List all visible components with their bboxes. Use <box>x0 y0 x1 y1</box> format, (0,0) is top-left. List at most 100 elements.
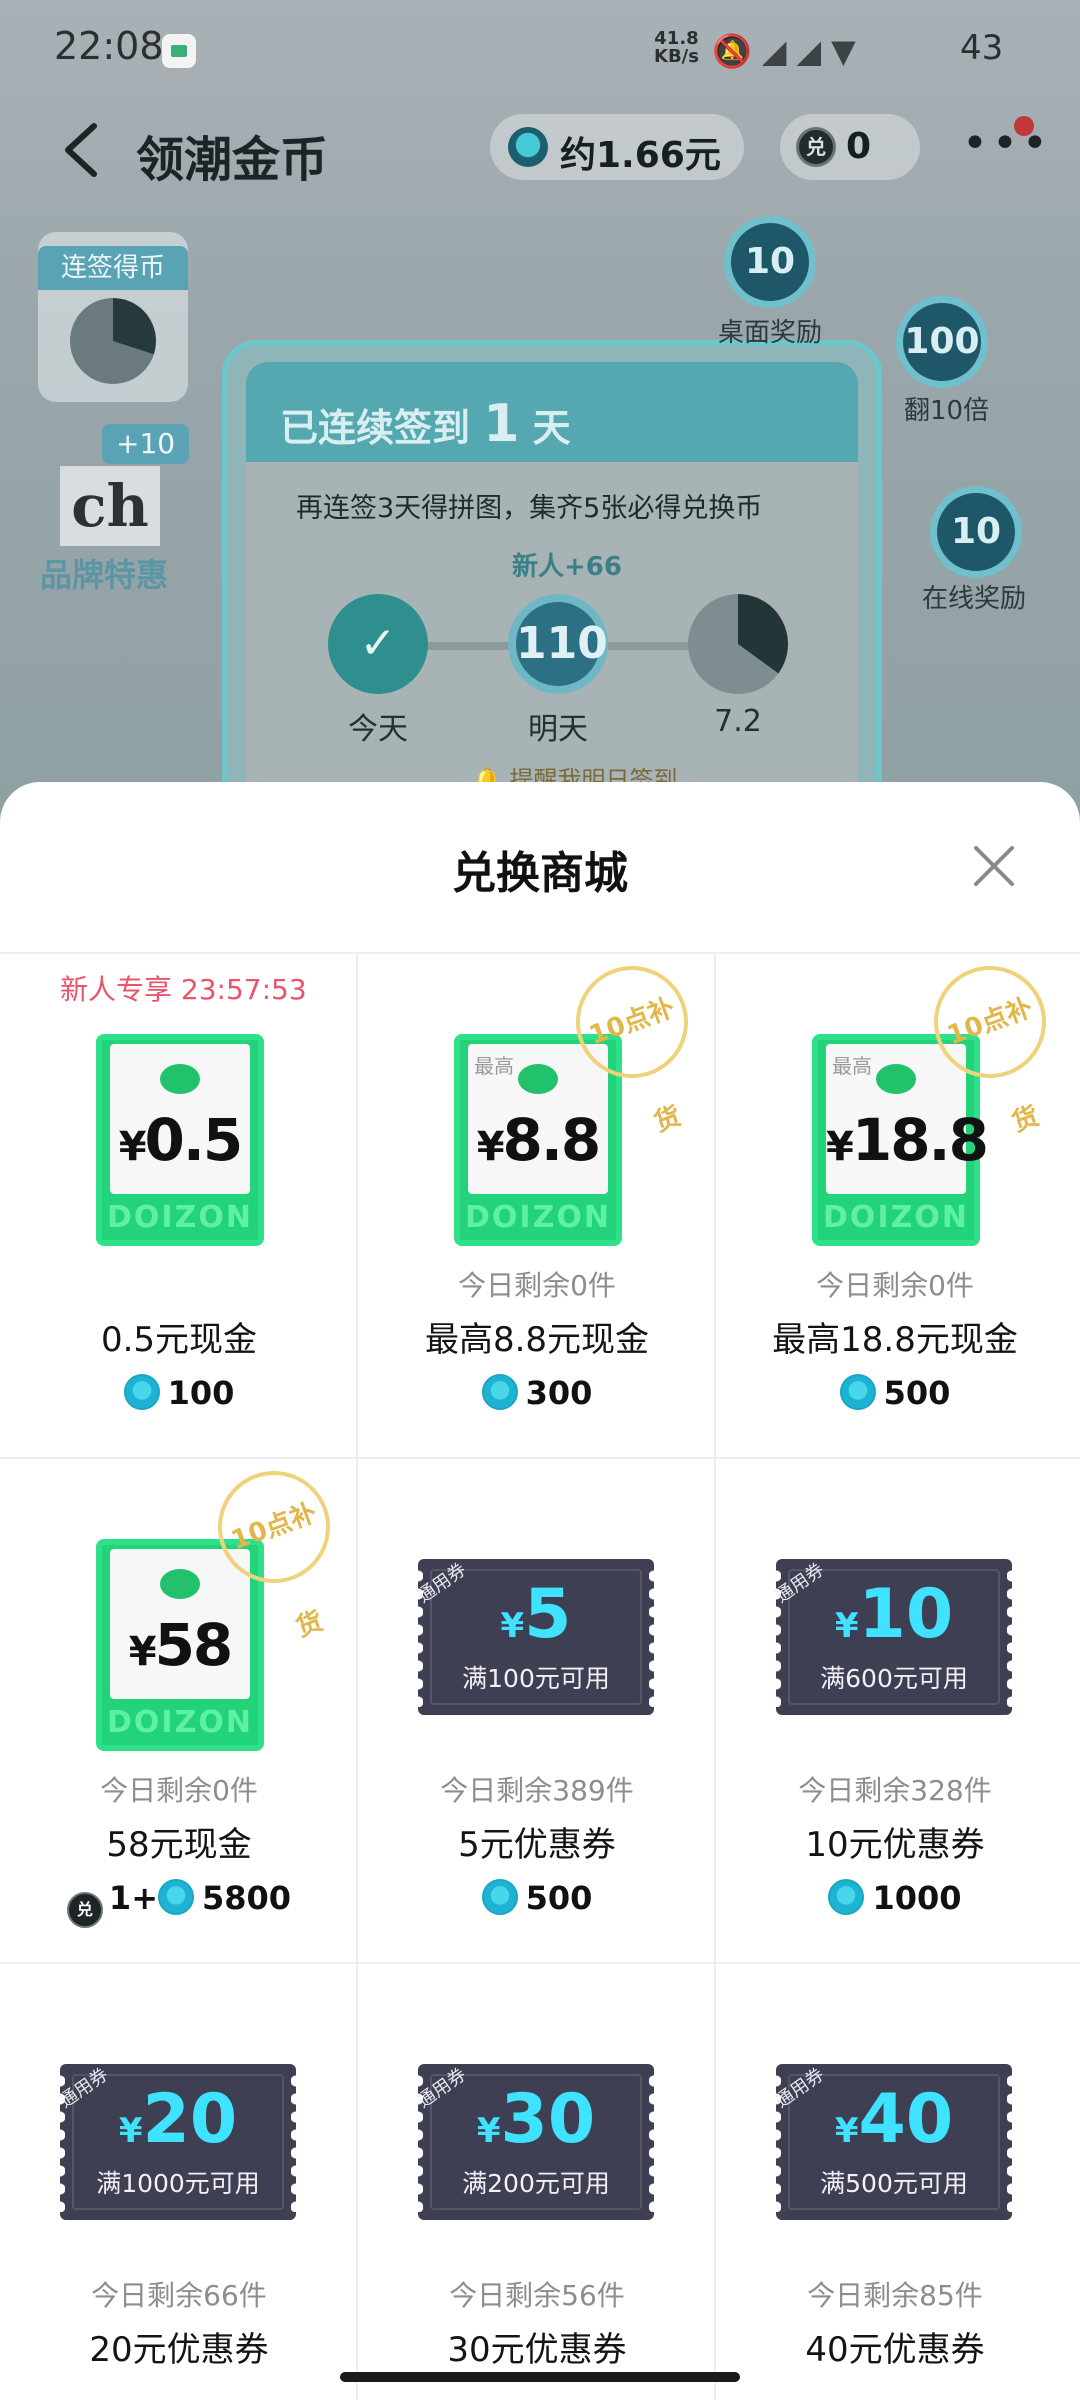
product-cell[interactable]: 通用券 ¥30 满200元可用 今日剩余56件 30元优惠券 <box>358 1964 716 2400</box>
multiply-reward-bubble[interactable]: 100 <box>896 296 988 388</box>
product-name: 58元现金 <box>106 1825 252 1865</box>
newbie-timer: 新人专享 23:57:53 <box>60 973 307 1006</box>
home-indicator[interactable] <box>340 2372 740 2382</box>
coin-icon <box>158 1879 194 1915</box>
battery-level: 43 <box>960 28 1004 68</box>
remaining-stock: 今日剩余0件 <box>100 1774 258 1807</box>
day-label: 7.2 <box>714 704 762 739</box>
brand-logo: ch <box>60 466 160 546</box>
coupon-ticket: 通用券 ¥10 满600元可用 <box>771 1559 1017 1715</box>
puzzle-disc-icon <box>70 298 156 384</box>
product-name: 10元优惠券 <box>805 1825 985 1865</box>
coin-balance: 约1.66元 <box>560 135 721 176</box>
coin-icon <box>123 1374 160 1410</box>
checkin-subtitle: 再连签3天得拼图，集齐5张必得兑换币 <box>296 493 763 524</box>
checkin-card: 已连续签到 1 天 再连签3天得拼图，集齐5张必得兑换币 新人+66 ✓ 110… <box>222 340 882 810</box>
product-cell[interactable]: 最高 ¥8.8 DOIZON 10点补货 今日剩余0件 最高8.8元现金 300 <box>358 950 716 1459</box>
brand-deals-label: 品牌特惠 <box>40 556 169 594</box>
wechat-cash-card: ¥0.5 DOIZON <box>96 1034 264 1246</box>
online-reward-bubble[interactable]: 10 <box>930 486 1022 578</box>
exchange-coin-balance: 0 <box>846 126 872 167</box>
product-name: 最高18.8元现金 <box>772 1320 1018 1360</box>
product-price: 1000 <box>716 1879 1074 1917</box>
status-time: 22:08 <box>54 24 164 68</box>
brand-plus-tag: +10 <box>102 424 190 464</box>
product-price: 100 <box>0 1374 358 1412</box>
coupon-condition: 满600元可用 <box>820 1664 968 1693</box>
streak-coin-badge[interactable]: 连签得币 <box>38 232 188 402</box>
coin-icon <box>828 1879 865 1915</box>
more-options-icon[interactable]: ••• <box>962 118 1052 169</box>
product-cell[interactable]: ¥58 DOIZON 10点补货 今日剩余0件 58元现金 兑 1+ 5800 <box>0 1455 358 1964</box>
coupon-condition: 满100元可用 <box>462 1664 610 1693</box>
exchange-coin-pill[interactable]: 兑 0 <box>780 114 920 180</box>
coupon-condition: 满1000元可用 <box>96 2169 260 2198</box>
wechat-icon <box>160 1569 200 1599</box>
remaining-stock: 今日剩余0件 <box>816 1269 974 1302</box>
product-name: 最高8.8元现金 <box>424 1320 650 1360</box>
product-cell[interactable]: 最高 ¥18.8 DOIZON 10点补货 今日剩余0件 最高18.8元现金 5… <box>716 950 1080 1459</box>
notification-dot <box>1014 116 1034 136</box>
sheet-title: 兑换商城 <box>452 848 628 899</box>
online-reward-label: 在线奖励 <box>922 584 1027 614</box>
status-icons: 🔕◢◢▼ <box>712 32 866 70</box>
coin-icon <box>839 1374 876 1410</box>
desktop-reward-bubble[interactable]: 10 <box>724 216 816 308</box>
close-icon[interactable] <box>970 842 1018 890</box>
brand-strip: DOIZON <box>465 1200 611 1235</box>
product-cell[interactable]: 通用券 ¥40 满500元可用 今日剩余85件 40元优惠券 <box>716 1964 1080 2400</box>
wechat-icon <box>160 1064 200 1094</box>
status-bar: 22:08 41.8 KB/s 🔕◢◢▼ 43 <box>0 0 1080 100</box>
exchange-coin-icon: 兑 <box>66 1892 103 1928</box>
coupon-ticket: 通用券 ¥5 满100元可用 <box>413 1559 659 1715</box>
product-cell[interactable]: 通用券 ¥5 满100元可用 今日剩余389件 5元优惠券 500 <box>358 1459 716 1964</box>
remaining-stock: 今日剩余328件 <box>798 1774 992 1807</box>
network-speed: 41.8 KB/s <box>654 28 699 67</box>
day-label: 明天 <box>528 712 588 747</box>
app-notification-icon <box>162 34 196 68</box>
coupon-ticket: 通用券 ¥20 满1000元可用 <box>55 2064 301 2220</box>
wechat-icon <box>876 1064 916 1094</box>
coupon-ticket: 通用券 ¥30 满200元可用 <box>413 2064 659 2220</box>
remaining-stock: 今日剩余85件 <box>807 2279 983 2312</box>
brand-strip: DOIZON <box>823 1200 969 1235</box>
signal-icon: ◢ <box>761 32 797 70</box>
max-label: 最高 <box>474 1054 514 1078</box>
day-today-check-icon: ✓ <box>328 594 428 694</box>
coin-icon <box>481 1374 518 1410</box>
product-price: 300 <box>358 1374 716 1412</box>
checkin-title: 已连续签到 1 天 <box>280 394 571 454</box>
back-arrow-icon[interactable] <box>58 122 106 178</box>
day-future-puzzle-icon <box>688 594 788 694</box>
brand-strip: DOIZON <box>107 1705 253 1740</box>
product-name: 20元优惠券 <box>89 2330 269 2370</box>
remaining-stock: 今日剩余0件 <box>458 1269 616 1302</box>
day-tomorrow-reward: 110 <box>508 594 608 694</box>
brand-deals-badge[interactable]: +10 ch 品牌特惠 <box>40 424 190 596</box>
day-label: 今天 <box>348 712 408 747</box>
coin-balance-pill[interactable]: 约1.66元 <box>490 114 744 180</box>
product-price: 500 <box>716 1374 1074 1412</box>
product-price: 兑 1+ 5800 <box>0 1879 358 1928</box>
wechat-icon <box>518 1064 558 1094</box>
product-cell[interactable]: 通用券 ¥20 满1000元可用 今日剩余66件 20元优惠券 <box>0 1964 358 2400</box>
page-title: 领潮金币 <box>136 132 329 188</box>
product-price: 500 <box>358 1879 716 1917</box>
product-cell[interactable]: 新人专享 23:57:53 ¥0.5 DOIZON 0.5元现金 100 <box>0 954 358 1459</box>
product-cell[interactable]: 通用券 ¥10 满600元可用 今日剩余328件 10元优惠券 1000 <box>716 1459 1080 1964</box>
streak-badge-label: 连签得币 <box>38 246 188 290</box>
coupon-ticket: 通用券 ¥40 满500元可用 <box>771 2064 1017 2220</box>
product-name: 30元优惠券 <box>447 2330 627 2370</box>
product-grid: 新人专享 23:57:53 ¥0.5 DOIZON 0.5元现金 100 最高 … <box>0 950 1080 2400</box>
multiply-reward-label: 翻10倍 <box>904 396 990 426</box>
remaining-stock: 今日剩余389件 <box>440 1774 634 1807</box>
max-label: 最高 <box>832 1054 872 1078</box>
signal-icon: ◢ <box>796 32 832 70</box>
product-name: 0.5元现金 <box>100 1320 258 1360</box>
product-name: 40元优惠券 <box>805 2330 985 2370</box>
header: 领潮金币 约1.66元 兑 0 ••• <box>0 100 1080 200</box>
exchange-coin-icon: 兑 <box>796 127 836 167</box>
product-name: 5元优惠券 <box>458 1825 616 1865</box>
coin-icon <box>508 127 548 167</box>
coupon-condition: 满200元可用 <box>462 2169 610 2198</box>
